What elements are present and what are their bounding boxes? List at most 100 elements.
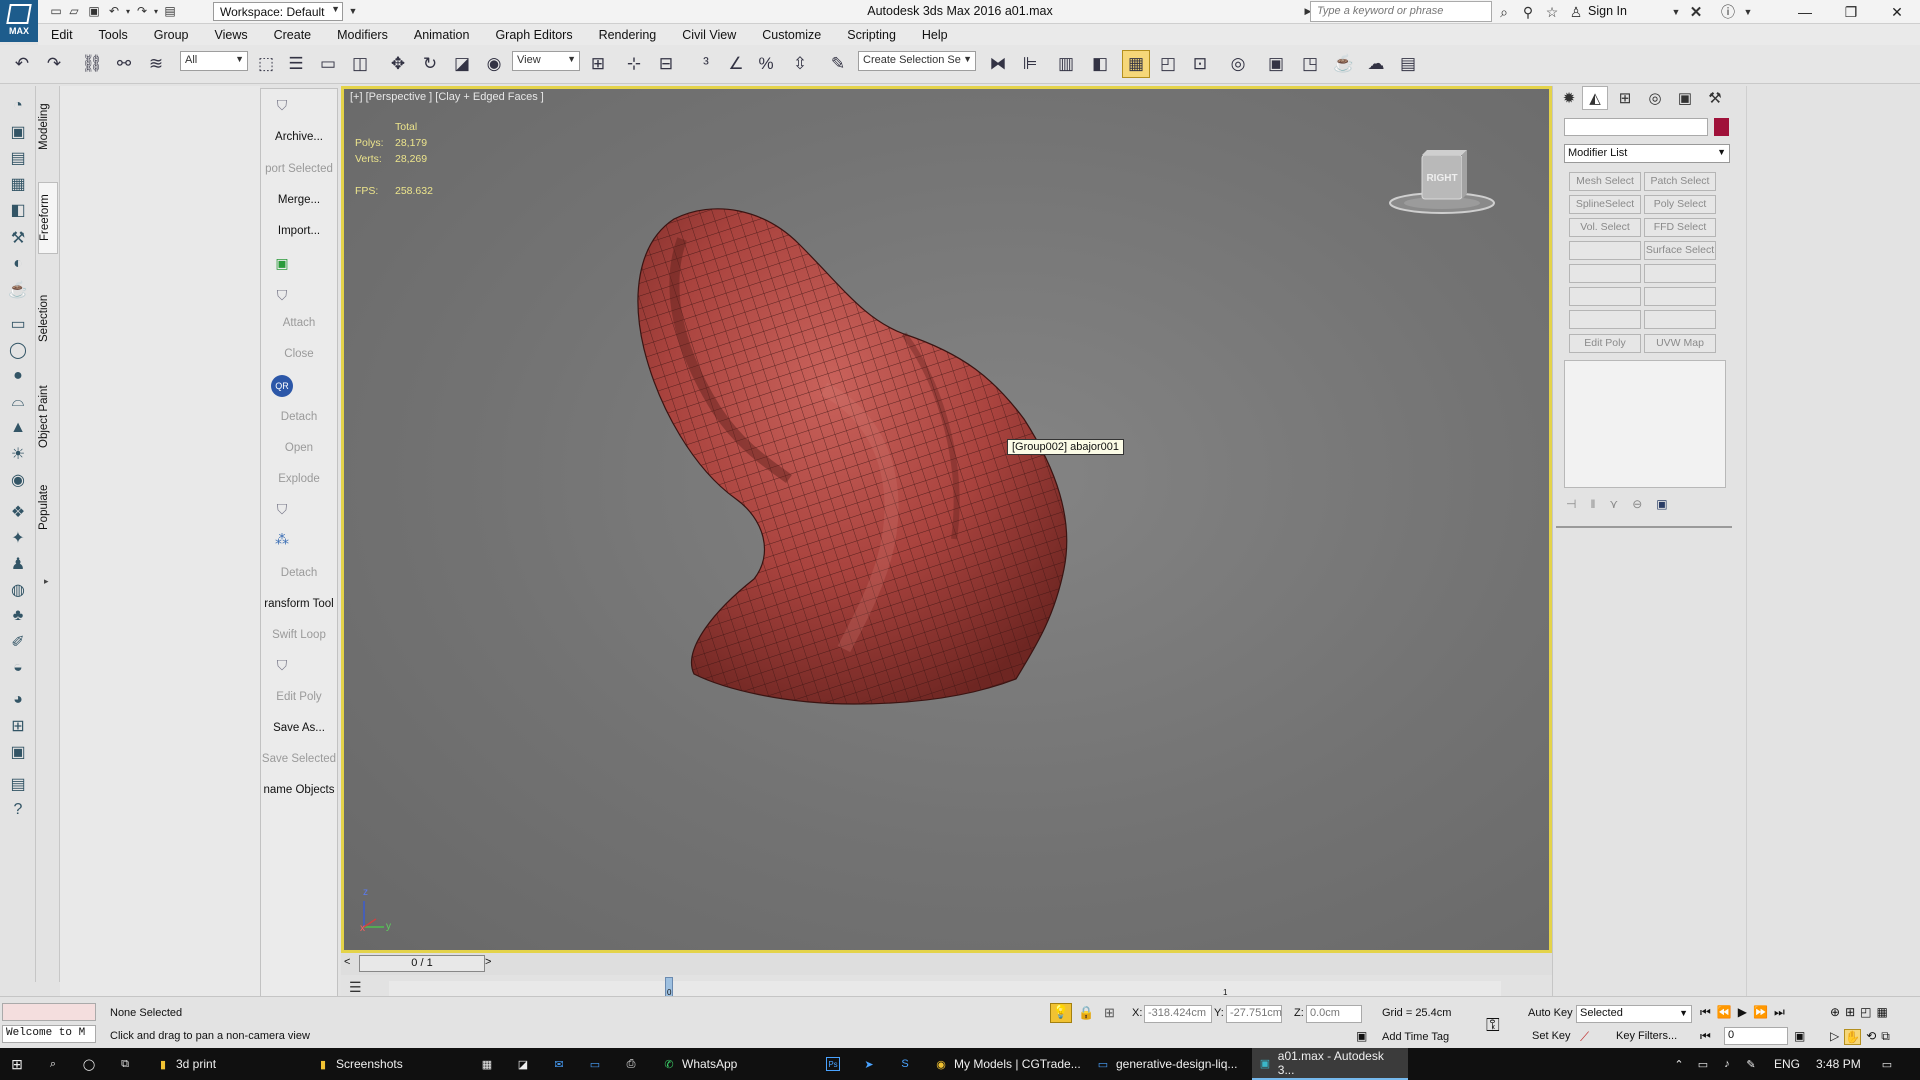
particle-icon[interactable]: ✦ bbox=[6, 526, 30, 550]
menu-views[interactable]: Views bbox=[201, 28, 260, 42]
cone-icon[interactable]: ▲ bbox=[6, 416, 30, 440]
zoom-extents-icon[interactable]: ◰ bbox=[1860, 1005, 1871, 1019]
save-as-button[interactable]: Save As... bbox=[261, 722, 337, 734]
sign-in-button[interactable]: Sign In bbox=[1588, 4, 1627, 18]
edit-poly-button[interactable]: Edit Poly bbox=[261, 691, 337, 703]
time-slider-prev[interactable]: < bbox=[344, 956, 350, 968]
modifier-list-select[interactable]: Modifier List ▼ bbox=[1564, 144, 1730, 163]
percent-snap-icon[interactable]: % bbox=[752, 50, 780, 78]
teapot-icon[interactable]: ☕ bbox=[6, 278, 30, 302]
layer-manager-icon[interactable]: ▦ bbox=[6, 172, 30, 196]
export-selected-button[interactable]: port Selected bbox=[261, 163, 337, 175]
open-file-icon[interactable]: ▱ bbox=[66, 3, 82, 19]
green-image-icon[interactable]: ▣ bbox=[271, 253, 293, 273]
current-frame-field[interactable]: 0 bbox=[1724, 1027, 1788, 1045]
light-icon[interactable]: ☀ bbox=[6, 442, 30, 466]
tab-object-paint[interactable]: Object Paint bbox=[38, 380, 58, 454]
object-name-field[interactable] bbox=[1564, 118, 1708, 136]
mesh-object[interactable] bbox=[344, 89, 1549, 950]
menu-rendering[interactable]: Rendering bbox=[586, 28, 670, 42]
character-icon[interactable]: ♟ bbox=[6, 552, 30, 576]
layer-explorer-icon[interactable]: ▥ bbox=[1052, 50, 1080, 78]
key-mode-select[interactable]: Selected ▼ bbox=[1576, 1005, 1692, 1023]
scene-explorer-icon[interactable]: ▤ bbox=[6, 146, 30, 170]
new-file-icon[interactable]: ▭ bbox=[48, 3, 64, 19]
menu-scripting[interactable]: Scripting bbox=[834, 28, 909, 42]
edit-poly-button[interactable]: Edit Poly bbox=[1569, 334, 1641, 353]
taskbar-3dsmax[interactable]: ▣ a01.max - Autodesk 3... bbox=[1252, 1048, 1408, 1080]
mirror-icon[interactable]: ⧓ bbox=[984, 50, 1012, 78]
empty-modifier-button[interactable] bbox=[1569, 241, 1641, 260]
angle-snap-icon[interactable]: ∠ bbox=[722, 50, 750, 78]
unlink-icon[interactable]: ⚯ bbox=[110, 50, 138, 78]
helper-icon[interactable]: ◐ bbox=[6, 252, 30, 276]
archive-button[interactable]: Archive... bbox=[261, 131, 337, 143]
menu-group[interactable]: Group bbox=[141, 28, 202, 42]
hierarchy-tab-icon[interactable]: ⊞ bbox=[1612, 86, 1638, 110]
select-object-icon[interactable]: ⬚ bbox=[252, 50, 280, 78]
previous-frame-icon[interactable]: ⏪ bbox=[1717, 1005, 1732, 1020]
taskbar-store[interactable]: ◪ bbox=[510, 1048, 536, 1080]
vol-select-button[interactable]: Vol. Select bbox=[1569, 218, 1641, 237]
container-icon[interactable]: ▣ bbox=[6, 120, 30, 144]
snaps-toggle-icon[interactable]: ³ bbox=[692, 50, 720, 78]
tools-icon[interactable]: ⚒ bbox=[6, 226, 30, 250]
save-icon[interactable]: ▣ bbox=[86, 3, 102, 19]
motion-tab-icon[interactable]: ◎ bbox=[1642, 86, 1668, 110]
help-search-input[interactable]: Type a keyword or phrase bbox=[1310, 1, 1492, 22]
save-selected-button[interactable]: Save Selected bbox=[261, 753, 337, 765]
display-tab-icon[interactable]: ▣ bbox=[1672, 86, 1698, 110]
transform-tool-button[interactable]: ransform Tool bbox=[261, 598, 337, 610]
mini-curve-editor-icon[interactable]: ☰ bbox=[349, 979, 362, 996]
rendered-frame-window-icon[interactable]: ◳ bbox=[1296, 50, 1324, 78]
viewcube[interactable]: RIGHT bbox=[1387, 149, 1497, 221]
surface-select-button[interactable]: Surface Select bbox=[1644, 241, 1716, 260]
start-button[interactable]: ⊞ bbox=[4, 1048, 30, 1080]
render-iterative-icon[interactable]: ☁ bbox=[1362, 50, 1390, 78]
plant-icon[interactable]: ♣ bbox=[6, 604, 30, 628]
maximize-viewport-icon[interactable]: ⧉ bbox=[1881, 1029, 1890, 1045]
taskbar-mail[interactable]: ✉ bbox=[546, 1048, 572, 1080]
isolate-selection-icon[interactable]: 💡 bbox=[1050, 1003, 1072, 1023]
time-configuration-icon[interactable]: ▣ bbox=[1794, 1029, 1805, 1043]
empty-modifier-button[interactable] bbox=[1569, 287, 1641, 306]
help-icon[interactable]: ⓘ bbox=[1718, 2, 1738, 22]
empty-modifier-button[interactable] bbox=[1644, 287, 1716, 306]
keyboard-shortcut-override-icon[interactable]: ⊟ bbox=[652, 50, 680, 78]
deform-icon[interactable]: ❖ bbox=[6, 500, 30, 524]
auto-key-button[interactable]: Auto Key bbox=[1524, 1005, 1577, 1024]
select-and-scale-icon[interactable]: ◪ bbox=[448, 50, 476, 78]
go-to-start-icon[interactable]: ⏮ bbox=[1700, 1005, 1711, 1020]
select-and-link-icon[interactable]: ⛓ bbox=[78, 50, 106, 78]
make-unique-icon[interactable]: ⋎ bbox=[1609, 497, 1618, 511]
time-slider-next[interactable]: > bbox=[485, 956, 491, 968]
material-editor-icon[interactable]: ◎ bbox=[1224, 50, 1252, 78]
cylinder-icon[interactable]: ◯ bbox=[6, 338, 30, 362]
search-button[interactable]: ⌕ bbox=[40, 1048, 66, 1080]
menu-animation[interactable]: Animation bbox=[401, 28, 483, 42]
close-icon[interactable]: ✕ bbox=[1874, 0, 1920, 24]
taskbar-generative-design[interactable]: ▭ generative-design-liq... bbox=[1090, 1048, 1250, 1080]
empty-modifier-button[interactable] bbox=[1644, 310, 1716, 329]
attach-button[interactable]: Attach bbox=[261, 317, 337, 329]
render-setup-icon[interactable]: ▣ bbox=[1262, 50, 1290, 78]
modify-tab-icon[interactable]: ◭ bbox=[1582, 86, 1608, 110]
ffd-select-button[interactable]: FFD Select bbox=[1644, 218, 1716, 237]
selection-lock-icon[interactable]: 🔒 bbox=[1078, 1005, 1094, 1021]
detach-2-button[interactable]: Detach bbox=[261, 567, 337, 579]
help-dropdown-icon[interactable]: ▼ bbox=[1738, 2, 1758, 22]
patch-select-button[interactable]: Patch Select bbox=[1644, 172, 1716, 191]
menu-edit[interactable]: Edit bbox=[38, 28, 86, 42]
absolute-mode-icon[interactable]: ⊞ bbox=[1104, 1005, 1115, 1021]
spinner-snap-icon[interactable]: ⇳ bbox=[786, 50, 814, 78]
taskbar-skype[interactable]: S bbox=[892, 1048, 918, 1080]
tab-modeling[interactable]: Modeling bbox=[38, 96, 58, 158]
swift-loop-button[interactable]: Swift Loop bbox=[261, 629, 337, 641]
set-key-button[interactable]: Set Key bbox=[1528, 1028, 1575, 1047]
time-slider[interactable]: < 0 / 1 > bbox=[341, 953, 1552, 975]
time-slider-thumb[interactable]: 0 / 1 bbox=[359, 955, 485, 972]
qr-icon[interactable]: QR bbox=[271, 375, 293, 397]
display-icon[interactable]: ▣ bbox=[6, 740, 30, 764]
user-icon[interactable]: ♙ bbox=[1566, 2, 1586, 22]
rename-objects-button[interactable]: name Objects bbox=[261, 784, 337, 796]
